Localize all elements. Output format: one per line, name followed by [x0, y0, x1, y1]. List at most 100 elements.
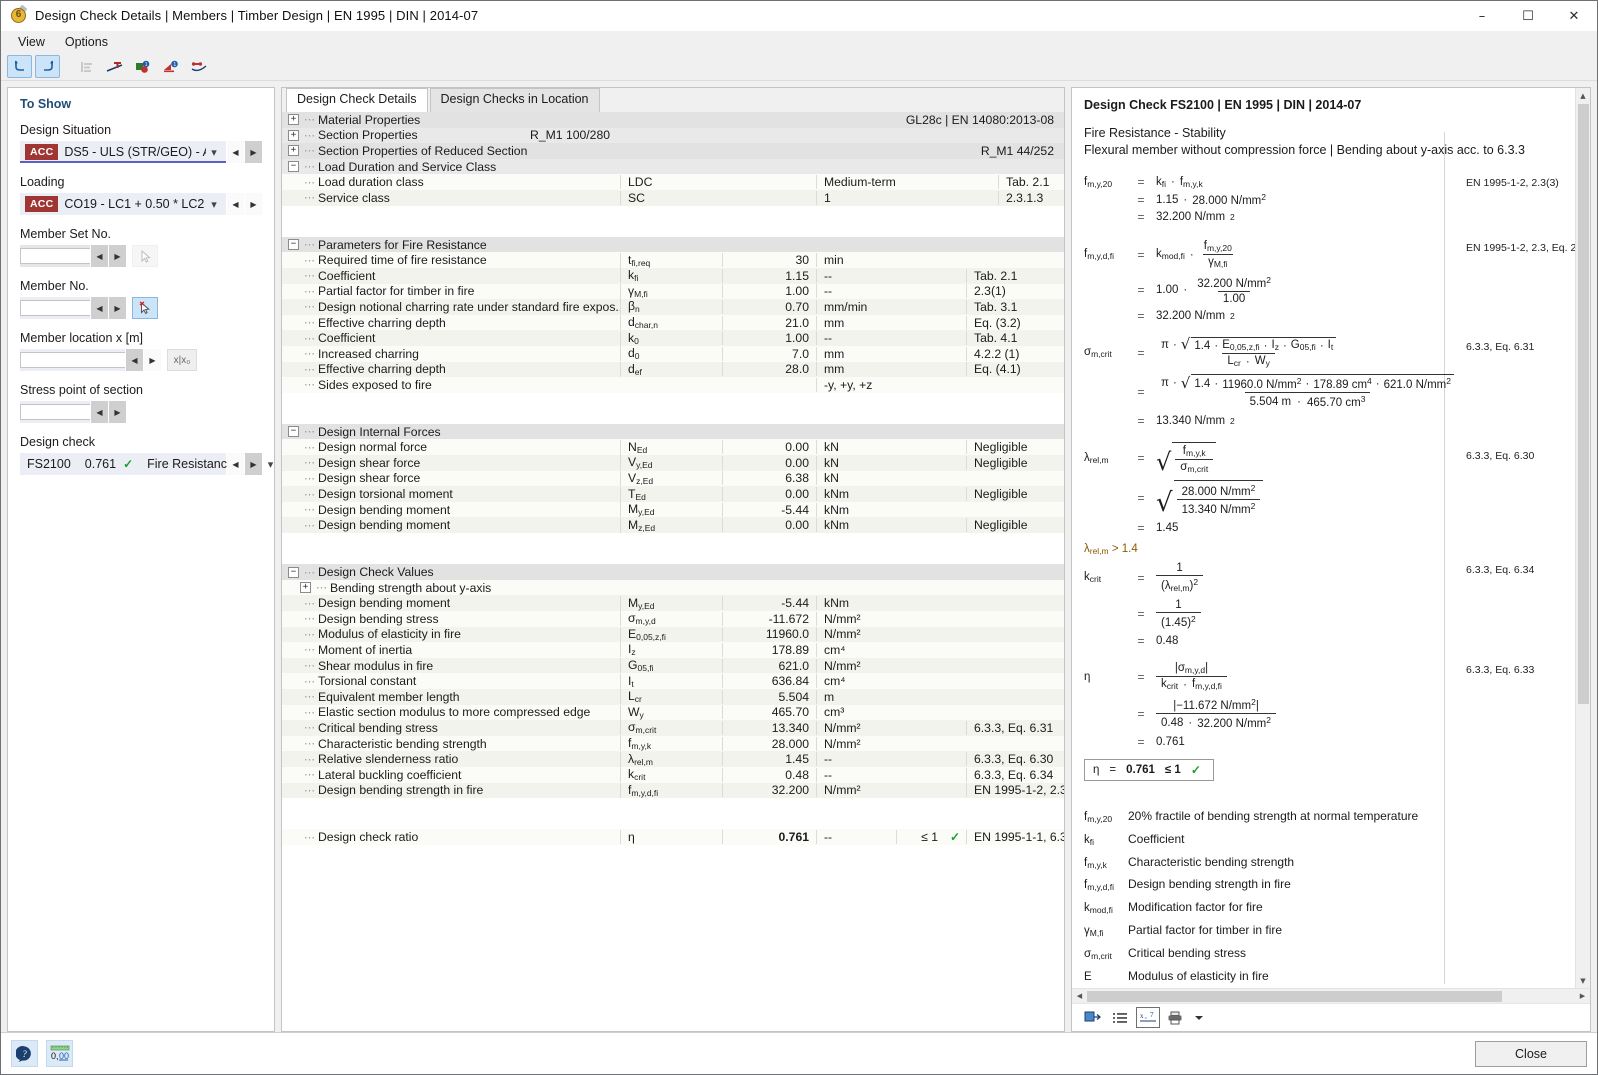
export-icon[interactable]: [1080, 1007, 1104, 1028]
loading-next-button[interactable]: ▶: [245, 193, 262, 215]
table-row[interactable]: ⋯ Modulus of elasticity in fire E0,05,z,fi…: [282, 626, 1064, 643]
table-row[interactable]: ⋯ Relative slenderness ratio λrel,m 1.45 -- 6…: [282, 751, 1064, 767]
design-check-prev-button[interactable]: ◀: [227, 453, 244, 475]
expand-icon[interactable]: +: [288, 114, 299, 126]
expand-icon[interactable]: +: [288, 145, 299, 157]
chevron-down-icon[interactable]: ▾: [263, 458, 275, 471]
units-settings-icon[interactable]: 0, 00: [46, 1040, 73, 1067]
collapse-icon[interactable]: −: [288, 239, 299, 251]
table-row[interactable]: ⋯ Moment of inertia Iz 178.89 cm⁴: [282, 642, 1064, 658]
stress-point-combo[interactable]: 7 ▾: [20, 401, 90, 423]
table-row[interactable]: ⋯ Design torsional moment TEd 0.00 kNm Neglig…: [282, 486, 1064, 502]
member-no-pick-button[interactable]: [132, 297, 158, 319]
table-row[interactable]: ⋯ Increased charring d0 7.0 mm 4.2.2 (1): [282, 345, 1064, 362]
member-no-next-button[interactable]: ▶: [109, 297, 126, 319]
design-check-ratio-row[interactable]: ⋯ Design check ratio η 0.761 -- ≤ 1 ✓ EN …: [282, 829, 1064, 845]
table-row[interactable]: ⋯ Effective charring depth dchar,n 21.0 mm Eq…: [282, 314, 1064, 331]
diagram-icon[interactable]: [186, 55, 211, 78]
loading-combo[interactable]: ACC CO19 - LC1 + 0.50 * LC2 + 0.50 ... ▾: [20, 193, 226, 215]
menu-view[interactable]: View: [9, 33, 54, 51]
chevron-down-icon[interactable]: ▾: [206, 146, 222, 159]
table-row[interactable]: ⋯ Design normal force NEd 0.00 kN Negligible: [282, 439, 1064, 456]
help-icon[interactable]: ?: [11, 1040, 38, 1067]
tree-group-fire-parameters[interactable]: − ⋯ Parameters for Fire Resistance: [282, 236, 1064, 253]
tree-group-design-check-values[interactable]: − ⋯ Design Check Values: [282, 564, 1064, 580]
expand-icon[interactable]: +: [288, 129, 299, 141]
tab-design-checks-in-location[interactable]: Design Checks in Location: [429, 88, 600, 112]
scroll-thumb[interactable]: [1087, 990, 1502, 1002]
menu-options[interactable]: Options: [56, 33, 117, 51]
tree-group-section-properties[interactable]: + ⋯ Section Properties R_M1 100/280: [282, 127, 1064, 144]
minimize-button[interactable]: –: [1459, 1, 1505, 31]
table-row[interactable]: ⋯ Design bending moment My,Ed -5.44 kNm: [282, 595, 1064, 611]
table-row[interactable]: ⋯ Coefficient kfi 1.15 -- Tab. 2.1: [282, 267, 1064, 284]
design-situation-combo[interactable]: ACC DS5 - ULS (STR/GEO) - Accident... ▾: [20, 141, 226, 163]
navigate-forward-icon[interactable]: [35, 55, 60, 78]
table-row[interactable]: ⋯ Sides exposed to fire -y, +y, +z: [282, 377, 1064, 393]
scroll-thumb[interactable]: [1577, 104, 1589, 704]
member-set-pick-button[interactable]: [132, 245, 158, 267]
list-icon[interactable]: [1108, 1007, 1132, 1028]
design-check-combo[interactable]: FS2100 0.761 ✓ Fire Resistance - ... ▾: [20, 453, 273, 475]
member-location-prev-button[interactable]: ◀: [126, 349, 143, 371]
table-row[interactable]: ⋯ Lateral buckling coefficient kcrit 0.48 --…: [282, 766, 1064, 783]
table-row[interactable]: ⋯ Torsional constant It 636.84 cm⁴: [282, 673, 1064, 689]
member-set-prev-button[interactable]: ◀: [91, 245, 108, 267]
design-situation-next-button[interactable]: ▶: [245, 141, 262, 163]
member-no-combo[interactable]: 2 ▾: [20, 297, 90, 319]
table-row[interactable]: ⋯ Equivalent member length Lcr 5.504 m: [282, 688, 1064, 705]
formula-values-icon[interactable]: x = 7: [1136, 1007, 1160, 1028]
tab-design-check-details[interactable]: Design Check Details: [286, 88, 428, 112]
scroll-down-button[interactable]: ▼: [1575, 973, 1590, 988]
stress-point-next-button[interactable]: ▶: [109, 401, 126, 423]
tree-group-load-duration[interactable]: − ⋯ Load Duration and Service Class: [282, 158, 1064, 175]
table-row[interactable]: ⋯ Critical bending stress σm,crit 13.340 N/m…: [282, 720, 1064, 736]
scroll-up-button[interactable]: ▲: [1575, 88, 1590, 103]
table-row[interactable]: ⋯ Design bending moment My,Ed -5.44 kNm: [282, 501, 1064, 518]
table-row[interactable]: ⋯ Design bending strength in fire fm,y,d,f…: [282, 782, 1064, 799]
print-icon[interactable]: [1164, 1007, 1188, 1028]
collapse-icon[interactable]: −: [288, 426, 299, 438]
details-vertical-scrollbar[interactable]: ▲ ▼: [1575, 88, 1590, 988]
design-situation-prev-button[interactable]: ◀: [227, 141, 244, 163]
loading-prev-button[interactable]: ◀: [227, 193, 244, 215]
details-tree[interactable]: + ⋯ Material Properties GL28c | EN 14080…: [282, 112, 1064, 1031]
tree-group-material-properties[interactable]: + ⋯ Material Properties GL28c | EN 14080…: [282, 112, 1064, 128]
tree-subgroup-bending-strength[interactable]: + ⋯ Bending strength about y-axis: [282, 579, 1064, 596]
member-location-relative-button[interactable]: x|x₀: [167, 349, 197, 371]
table-row[interactable]: ⋯ Design bending stress σm,y,d -11.672 N/mm²: [282, 611, 1064, 627]
print-dropdown-icon[interactable]: [1192, 1007, 1206, 1028]
member-no-prev-button[interactable]: ◀: [91, 297, 108, 319]
tree-group-reduced-section-properties[interactable]: + ⋯ Section Properties of Reduced Sectio…: [282, 143, 1064, 159]
maximize-button[interactable]: ☐: [1505, 1, 1551, 31]
expand-icon[interactable]: +: [300, 582, 311, 594]
member-set-combo[interactable]: -- ▾: [20, 245, 90, 267]
collapse-icon[interactable]: −: [288, 566, 299, 578]
collapse-icon[interactable]: −: [288, 161, 299, 173]
table-row[interactable]: ⋯ Shear modulus in fire G05,fi 621.0 N/mm²: [282, 657, 1064, 674]
result-values-icon[interactable]: 1: [130, 55, 155, 78]
table-row[interactable]: ⋯ Effective charring depth def 28.0 mm Eq. (4…: [282, 361, 1064, 378]
table-row[interactable]: ⋯ Required time of fire resistance tfi,req…: [282, 252, 1064, 268]
member-location-next-button[interactable]: ▶: [144, 349, 161, 371]
table-row[interactable]: ⋯ Design bending moment Mz,Ed 0.00 kNm Neglig…: [282, 517, 1064, 534]
table-row[interactable]: ⋯ Elastic section modulus to more compres…: [282, 704, 1064, 721]
table-row[interactable]: ⋯ Service class SC 1 2.3.1.3: [282, 189, 1064, 206]
table-row[interactable]: ⋯ Load duration class LDC Medium-term Tab…: [282, 174, 1064, 190]
table-row[interactable]: ⋯ Coefficient k0 1.00 -- Tab. 4.1: [282, 330, 1064, 346]
table-row[interactable]: ⋯ Design notional charring rate under sta…: [282, 299, 1064, 315]
navigate-back-icon[interactable]: [7, 55, 32, 78]
load-info-icon[interactable]: 1: [158, 55, 183, 78]
table-row[interactable]: ⋯ Partial factor for timber in fire γM,fi 1…: [282, 283, 1064, 300]
section-icon[interactable]: [102, 55, 127, 78]
tree-group-internal-forces[interactable]: − ⋯ Design Internal Forces: [282, 423, 1064, 440]
design-check-next-button[interactable]: ▶: [245, 453, 262, 475]
table-row[interactable]: ⋯ Design shear force Vy,Ed 0.00 kN Negligible: [282, 455, 1064, 471]
table-row[interactable]: ⋯ Design shear force Vz,Ed 6.38 kN: [282, 470, 1064, 487]
scroll-left-button[interactable]: ◀: [1072, 988, 1087, 1004]
chevron-down-icon[interactable]: ▾: [206, 198, 222, 211]
member-location-combo[interactable]: 0.000 ▾: [20, 349, 125, 371]
close-window-button[interactable]: ✕: [1551, 1, 1597, 31]
stress-point-prev-button[interactable]: ◀: [91, 401, 108, 423]
list-view-icon[interactable]: [74, 55, 99, 78]
